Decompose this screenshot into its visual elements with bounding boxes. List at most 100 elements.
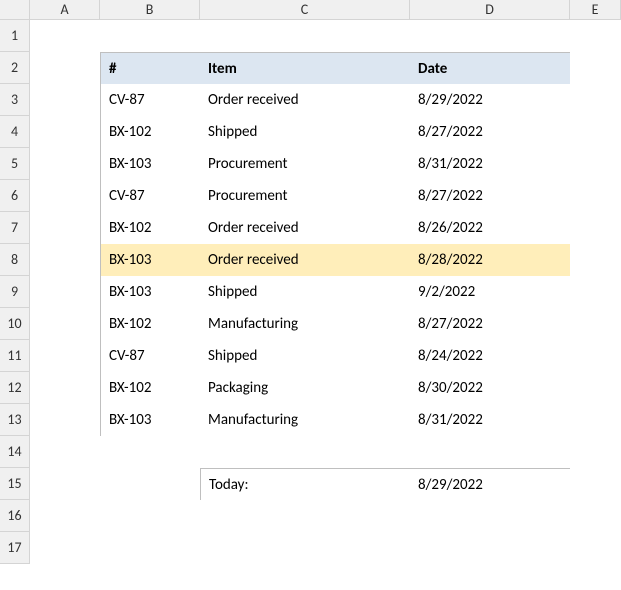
- table-cell-id[interactable]: BX-103: [100, 276, 200, 308]
- row-header-8[interactable]: 8: [0, 244, 30, 276]
- column-header-A[interactable]: A: [30, 0, 100, 20]
- cell-E4[interactable]: [570, 116, 621, 148]
- cell-A9[interactable]: [30, 276, 100, 308]
- table-cell-item[interactable]: Order received: [200, 212, 410, 244]
- column-header-D[interactable]: D: [410, 0, 570, 20]
- cell-E10[interactable]: [570, 308, 621, 340]
- row-header-11[interactable]: 11: [0, 340, 30, 372]
- column-header-B[interactable]: B: [100, 0, 200, 20]
- table-cell-item[interactable]: Manufacturing: [200, 404, 410, 436]
- table-cell-id[interactable]: BX-103: [100, 244, 200, 276]
- cell-A1[interactable]: [30, 20, 100, 52]
- table-cell-item[interactable]: Manufacturing: [200, 308, 410, 340]
- column-header-C[interactable]: C: [200, 0, 410, 20]
- table-cell-item[interactable]: Packaging: [200, 372, 410, 404]
- cell-E2[interactable]: [570, 52, 621, 84]
- cell-A16[interactable]: [30, 500, 100, 532]
- table-cell-date[interactable]: 8/24/2022: [410, 340, 570, 372]
- cell-A8[interactable]: [30, 244, 100, 276]
- cell-A6[interactable]: [30, 180, 100, 212]
- cell-A15[interactable]: [30, 468, 100, 500]
- table-cell-id[interactable]: BX-102: [100, 212, 200, 244]
- cell-C1[interactable]: [200, 20, 410, 52]
- table-cell-item[interactable]: Order received: [200, 244, 410, 276]
- cell-E8[interactable]: [570, 244, 621, 276]
- cell-A13[interactable]: [30, 404, 100, 436]
- cell-E9[interactable]: [570, 276, 621, 308]
- today-label[interactable]: Today:: [200, 468, 410, 500]
- cell-E16[interactable]: [570, 500, 621, 532]
- table-cell-date[interactable]: 8/27/2022: [410, 308, 570, 340]
- table-header-item[interactable]: Item: [200, 52, 410, 84]
- row-header-17[interactable]: 17: [0, 532, 30, 564]
- row-header-3[interactable]: 3: [0, 84, 30, 116]
- table-cell-item[interactable]: Shipped: [200, 276, 410, 308]
- table-cell-date[interactable]: 8/31/2022: [410, 404, 570, 436]
- cell-A7[interactable]: [30, 212, 100, 244]
- cell-A11[interactable]: [30, 340, 100, 372]
- table-cell-date[interactable]: 8/27/2022: [410, 116, 570, 148]
- column-header-E[interactable]: E: [570, 0, 621, 20]
- cell-A5[interactable]: [30, 148, 100, 180]
- cell-D16[interactable]: [410, 500, 570, 532]
- table-cell-date[interactable]: 8/31/2022: [410, 148, 570, 180]
- cell-E5[interactable]: [570, 148, 621, 180]
- table-cell-item[interactable]: Procurement: [200, 148, 410, 180]
- row-header-10[interactable]: 10: [0, 308, 30, 340]
- table-header-id[interactable]: #: [100, 52, 200, 84]
- cell-D17[interactable]: [410, 532, 570, 564]
- cell-E12[interactable]: [570, 372, 621, 404]
- row-header-14[interactable]: 14: [0, 436, 30, 468]
- cell-E6[interactable]: [570, 180, 621, 212]
- table-cell-id[interactable]: BX-102: [100, 372, 200, 404]
- cell-A2[interactable]: [30, 52, 100, 84]
- select-all-corner[interactable]: [0, 0, 30, 20]
- table-cell-id[interactable]: BX-102: [100, 116, 200, 148]
- table-cell-date[interactable]: 8/28/2022: [410, 244, 570, 276]
- table-cell-item[interactable]: Order received: [200, 84, 410, 116]
- cell-B15[interactable]: [100, 468, 200, 500]
- table-cell-date[interactable]: 8/27/2022: [410, 180, 570, 212]
- cell-B17[interactable]: [100, 532, 200, 564]
- table-cell-item[interactable]: Shipped: [200, 340, 410, 372]
- row-header-9[interactable]: 9: [0, 276, 30, 308]
- cell-E17[interactable]: [570, 532, 621, 564]
- table-header-date[interactable]: Date: [410, 52, 570, 84]
- table-cell-date[interactable]: 8/30/2022: [410, 372, 570, 404]
- cell-A14[interactable]: [30, 436, 100, 468]
- cell-A3[interactable]: [30, 84, 100, 116]
- table-cell-item[interactable]: Shipped: [200, 116, 410, 148]
- cell-D1[interactable]: [410, 20, 570, 52]
- row-header-16[interactable]: 16: [0, 500, 30, 532]
- cell-B16[interactable]: [100, 500, 200, 532]
- today-value[interactable]: 8/29/2022: [410, 468, 570, 500]
- table-cell-id[interactable]: BX-103: [100, 148, 200, 180]
- row-header-1[interactable]: 1: [0, 20, 30, 52]
- row-header-2[interactable]: 2: [0, 52, 30, 84]
- cell-E14[interactable]: [570, 436, 621, 468]
- row-header-15[interactable]: 15: [0, 468, 30, 500]
- table-cell-id[interactable]: CV-87: [100, 340, 200, 372]
- cell-A17[interactable]: [30, 532, 100, 564]
- table-cell-id[interactable]: BX-102: [100, 308, 200, 340]
- cell-C17[interactable]: [200, 532, 410, 564]
- cell-E13[interactable]: [570, 404, 621, 436]
- cell-E1[interactable]: [570, 20, 621, 52]
- table-cell-id[interactable]: CV-87: [100, 180, 200, 212]
- table-cell-item[interactable]: Procurement: [200, 180, 410, 212]
- row-header-4[interactable]: 4: [0, 116, 30, 148]
- cell-A10[interactable]: [30, 308, 100, 340]
- cell-A12[interactable]: [30, 372, 100, 404]
- cell-E3[interactable]: [570, 84, 621, 116]
- row-header-6[interactable]: 6: [0, 180, 30, 212]
- cell-B1[interactable]: [100, 20, 200, 52]
- table-cell-id[interactable]: BX-103: [100, 404, 200, 436]
- table-cell-date[interactable]: 9/2/2022: [410, 276, 570, 308]
- cell-C14[interactable]: [200, 436, 410, 468]
- cell-B14[interactable]: [100, 436, 200, 468]
- table-cell-date[interactable]: 8/26/2022: [410, 212, 570, 244]
- row-header-5[interactable]: 5: [0, 148, 30, 180]
- cell-D14[interactable]: [410, 436, 570, 468]
- row-header-12[interactable]: 12: [0, 372, 30, 404]
- table-cell-id[interactable]: CV-87: [100, 84, 200, 116]
